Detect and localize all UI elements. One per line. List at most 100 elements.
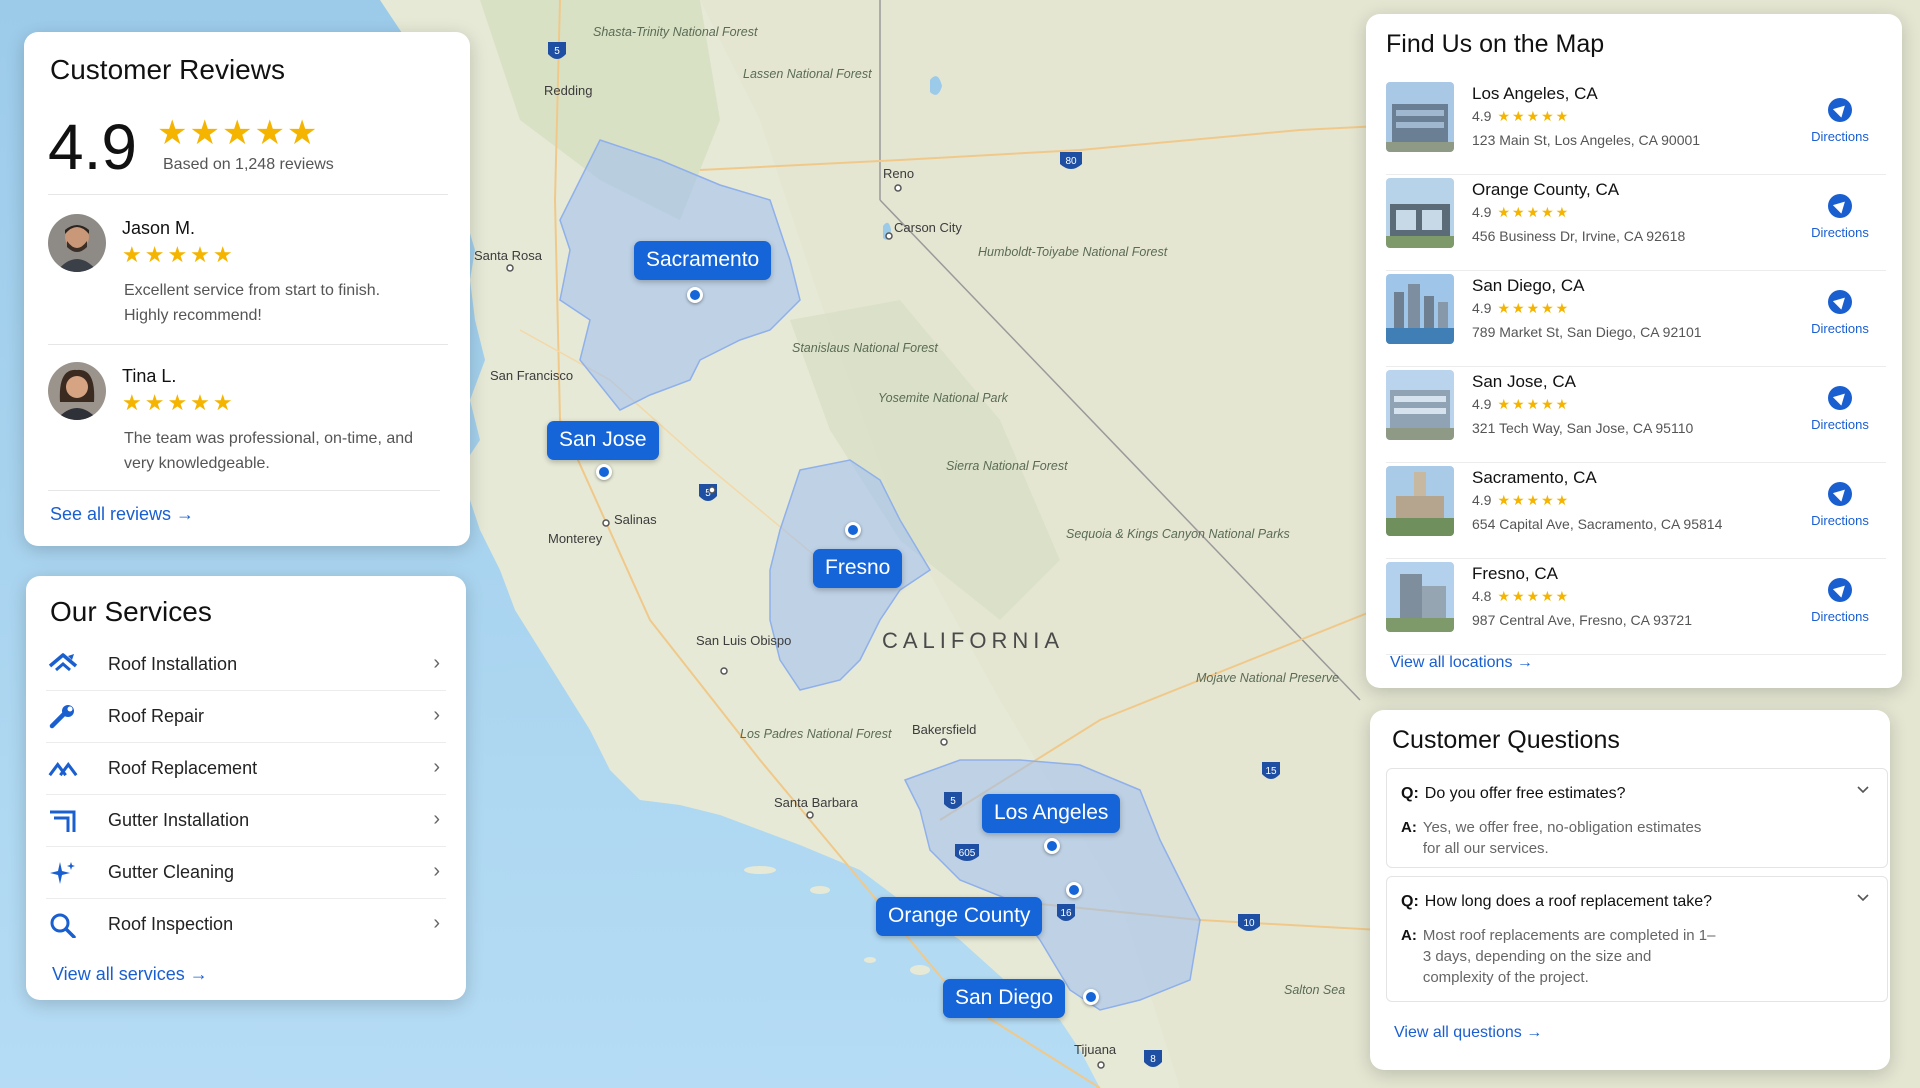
faq-item[interactable]: Q: How long does a roof replacement take?… xyxy=(1386,876,1888,1002)
gutter-icon xyxy=(50,810,76,832)
location-address: 456 Business Dr, Irvine, CA 92618 xyxy=(1472,228,1686,244)
map-marker-san-diego[interactable]: San Diego xyxy=(943,979,1066,1018)
service-item-gutter-installation[interactable]: Gutter Installation › xyxy=(46,794,446,847)
location-rating: 4.9 ★★★★★ xyxy=(1472,492,1571,508)
highway-number: 15 xyxy=(1265,766,1277,777)
map-place-label: Humboldt-Toiyabe National Forest xyxy=(978,245,1168,259)
service-item-roof-installation[interactable]: Roof Installation › xyxy=(46,638,446,691)
average-rating-stars: ★★★★★ xyxy=(157,114,320,152)
faq-title: Customer Questions xyxy=(1392,726,1620,754)
roof-replacement-icon xyxy=(48,762,78,777)
city-dot xyxy=(720,667,728,675)
location-city: Los Angeles, CA xyxy=(1472,84,1598,103)
map-place-label: Redding xyxy=(544,83,592,98)
map-marker-fresno[interactable]: Fresno xyxy=(813,549,903,588)
faq-answer: A: Most roof replacements are completed i… xyxy=(1401,927,1716,986)
faq-item[interactable]: Q: Do you offer free estimates? A: Yes, we… xyxy=(1386,768,1888,868)
map-pin-sacramento[interactable] xyxy=(687,287,703,303)
directions-button[interactable]: Directions xyxy=(1808,194,1872,242)
customer-reviews-card: Customer Reviews 4.9 ★★★★★ Based on 1,24… xyxy=(24,32,470,546)
see-all-reviews-link[interactable]: See all reviews → xyxy=(50,504,194,525)
location-city: Orange County, CA xyxy=(1472,180,1620,199)
divider xyxy=(48,490,440,491)
chevron-down-icon xyxy=(1857,894,1869,902)
city-dot xyxy=(940,738,948,746)
map-place-label: Lassen National Forest xyxy=(743,67,872,81)
map-pin-san-jose[interactable] xyxy=(596,464,612,480)
location-city: San Jose, CA xyxy=(1472,372,1576,391)
map-marker-los-angeles[interactable]: Los Angeles xyxy=(982,794,1121,833)
services-title: Our Services xyxy=(50,596,212,627)
map-pin-fresno[interactable] xyxy=(845,522,861,538)
location-address: 789 Market St, San Diego, CA 92101 xyxy=(1472,324,1702,340)
directions-button[interactable]: Directions xyxy=(1808,290,1872,338)
location-rating: 4.9 ★★★★★ xyxy=(1472,300,1571,316)
view-all-questions-link[interactable]: View all questions → xyxy=(1394,1024,1542,1042)
service-item-roof-inspection[interactable]: Roof Inspection › xyxy=(46,898,446,950)
location-rating: 4.9 ★★★★★ xyxy=(1472,204,1571,220)
faq-question: Q: Do you offer free estimates? xyxy=(1401,785,1626,802)
navigation-arrow-icon xyxy=(1828,482,1852,506)
service-item-roof-replacement[interactable]: Roof Replacement › xyxy=(46,742,446,795)
map-pin-san-diego[interactable] xyxy=(1083,989,1099,1005)
highway-number: 80 xyxy=(1065,156,1077,167)
chevron-right-icon: › xyxy=(433,808,440,830)
directions-button[interactable]: Directions xyxy=(1808,386,1872,434)
view-all-services-link[interactable]: View all services → xyxy=(52,964,208,985)
highway-number: 5 xyxy=(950,796,956,807)
location-address: 123 Main St, Los Angeles, CA 90001 xyxy=(1472,132,1701,148)
state-label: CALIFORNIA xyxy=(882,628,1065,653)
highway-number: 605 xyxy=(959,848,976,859)
avatar xyxy=(48,362,106,420)
location-rating: 4.8 ★★★★★ xyxy=(1472,588,1571,604)
chevron-right-icon: › xyxy=(433,912,440,934)
map-place-label: Santa Barbara xyxy=(774,795,859,810)
review-count: Based on 1,248 reviews xyxy=(163,156,334,173)
location-photo xyxy=(1386,178,1454,248)
locations-title: Find Us on the Map xyxy=(1386,30,1605,58)
map-marker-san-jose[interactable]: San Jose xyxy=(547,421,659,460)
map-pin-los-angeles[interactable] xyxy=(1044,838,1060,854)
reviewer-name: Jason M. xyxy=(122,218,196,238)
review-stars: ★★★★★ xyxy=(122,390,236,415)
island xyxy=(810,886,830,894)
our-services-card: Our Services Roof Installation › Roof Re… xyxy=(26,576,466,1000)
map-pin-orange-county[interactable] xyxy=(1066,882,1082,898)
location-photo xyxy=(1386,562,1454,632)
map-marker-orange-county[interactable]: Orange County xyxy=(876,897,1043,936)
service-label: Roof Inspection xyxy=(108,914,234,934)
service-item-gutter-cleaning[interactable]: Gutter Cleaning › xyxy=(46,846,446,899)
location-item-sacramento[interactable]: Sacramento, CA 4.9 ★★★★★ 654 Capital Ave,… xyxy=(1386,466,1886,559)
directions-button[interactable]: Directions xyxy=(1808,482,1872,530)
location-rating: 4.9 ★★★★★ xyxy=(1472,108,1571,124)
search-icon xyxy=(50,913,76,938)
location-item-los-angeles[interactable]: Los Angeles, CA 4.9 ★★★★★ 123 Main St, Lo… xyxy=(1386,82,1886,175)
highway-number: 8 xyxy=(1150,1054,1156,1065)
map-marker-sacramento[interactable]: Sacramento xyxy=(634,241,772,280)
location-item-orange-county[interactable]: Orange County, CA 4.9 ★★★★★ 456 Business … xyxy=(1386,178,1886,271)
service-item-roof-repair[interactable]: Roof Repair › xyxy=(46,690,446,743)
map-place-label: Stanislaus National Forest xyxy=(792,341,938,355)
location-item-san-jose[interactable]: San Jose, CA 4.9 ★★★★★ 321 Tech Way, San … xyxy=(1386,370,1886,463)
find-us-on-map-card: Find Us on the Map Los Angeles, CA 4.9 ★★… xyxy=(1366,14,1902,688)
location-photo xyxy=(1386,274,1454,344)
directions-button[interactable]: Directions xyxy=(1808,98,1872,146)
review-text: Excellent service from start to finish. … xyxy=(124,282,381,324)
city-dot xyxy=(1097,1061,1105,1069)
city-dot xyxy=(894,184,902,192)
divider xyxy=(48,194,448,195)
customer-questions-card: Customer Questions Q: Do you offer free e… xyxy=(1370,710,1890,1070)
chevron-right-icon: › xyxy=(433,704,440,726)
location-item-san-diego[interactable]: San Diego, CA 4.9 ★★★★★ 789 Market St, Sa… xyxy=(1386,274,1886,367)
review-item: Jason M. ★★★★★ Excellent service from st… xyxy=(48,214,448,334)
navigation-arrow-icon xyxy=(1828,578,1852,602)
highway-number: 5 xyxy=(554,46,560,57)
location-item-fresno[interactable]: Fresno, CA 4.8 ★★★★★ 987 Central Ave, Fre… xyxy=(1386,562,1886,655)
directions-button[interactable]: Directions xyxy=(1808,578,1872,626)
map-place-label: San Francisco xyxy=(490,368,573,383)
location-photo xyxy=(1386,370,1454,440)
view-all-locations-link[interactable]: View all locations → xyxy=(1390,654,1533,672)
location-city: Sacramento, CA xyxy=(1472,468,1597,487)
location-rating: 4.9 ★★★★★ xyxy=(1472,396,1571,412)
divider xyxy=(48,344,448,345)
